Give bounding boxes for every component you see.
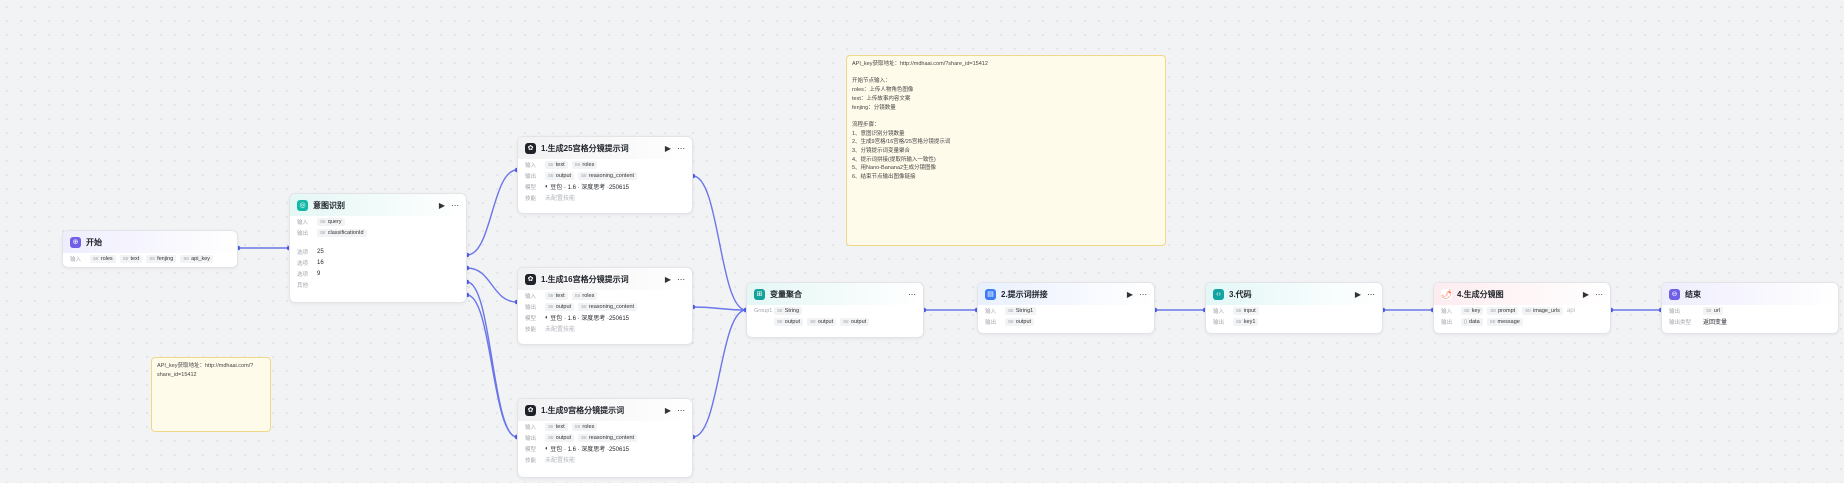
- note-line: 开始节点输入：: [852, 78, 891, 85]
- merge-node-title: 变量聚合: [770, 289, 802, 299]
- note-line: roles：上传人物角色图像: [852, 87, 914, 94]
- llm-node-title: 1.生成25宫格分镜提示词: [541, 143, 629, 153]
- intent-node-title: 意图识别: [313, 200, 345, 210]
- note-line: [852, 112, 1160, 121]
- code-icon: ‹›: [1213, 288, 1224, 300]
- note-line: API_key获取地址：http://mdhaai.com/?: [157, 363, 254, 369]
- intent-option-row: 选项 25: [297, 248, 324, 256]
- intent-icon: ◎: [297, 199, 308, 211]
- note-line: 2、生成9宫格/16宫格/25宫格分镜提示词: [852, 139, 951, 146]
- llm-node-title: 1.生成16宫格分镜提示词: [541, 274, 629, 284]
- end-node-title: 结束: [1685, 289, 1701, 299]
- intent-output-chip: Str classificationId: [317, 228, 367, 237]
- intent-option-row: 选项 9: [297, 270, 321, 278]
- more-icon[interactable]: ⋯: [1139, 290, 1147, 299]
- note-line: [852, 69, 1160, 78]
- prompt-icon: ▤: [985, 288, 996, 300]
- note-line: fenjing：分镜数量: [852, 104, 896, 111]
- llm-node[interactable]: ✿ 1.生成25宫格分镜提示词 ▶ ⋯ 输入 Str text Str roles …: [517, 136, 693, 214]
- more-icon[interactable]: ⋯: [1595, 290, 1603, 299]
- intent-option-row: 其他: [297, 282, 309, 289]
- start-input-chip: Str text: [119, 254, 143, 263]
- code-node-title: 3.代码: [1229, 289, 1252, 299]
- variable-merge-node[interactable]: ⊞ 变量聚合 ⋯ Group1 Str String Str output Str ou…: [746, 282, 924, 338]
- run-icon[interactable]: ▶: [439, 201, 445, 210]
- banana-icon: 🌶: [1440, 288, 1453, 300]
- note-small[interactable]: API_key获取地址：http://mdhaai.com/? share_id=…: [151, 357, 271, 432]
- note-line: 1、意图识别分镜数量: [852, 130, 905, 137]
- start-node[interactable]: ⊕ 开始 输入 Str roles Str text Str fenjing Str a…: [62, 230, 238, 268]
- intent-option-row: 选项 16: [297, 259, 324, 267]
- prompt-concat-node[interactable]: ▤ 2.提示词拼接 ▶ ⋯ 输入 Str String1 输出 Str output: [977, 282, 1155, 334]
- run-icon[interactable]: ▶: [665, 144, 671, 153]
- intent-input-chip: Str query: [317, 217, 345, 226]
- llm-node[interactable]: ✿ 1.生成9宫格分镜提示词 ▶ ⋯ 输入 Str text Str roles 输…: [517, 398, 693, 478]
- run-icon[interactable]: ▶: [665, 406, 671, 415]
- note-large[interactable]: API_key获取地址：http://mdhaai.com/?share_id=…: [846, 55, 1166, 246]
- end-icon: ⊖: [1669, 288, 1680, 300]
- llm-node-title: 1.生成9宫格分镜提示词: [541, 405, 625, 415]
- note-line: 3、分镜提示词变量聚合: [852, 148, 911, 155]
- image-generation-node[interactable]: 🌶 4.生成分镜图 ▶ ⋯ 输入 Str key Str prompt Str ima…: [1433, 282, 1611, 334]
- note-line: text：上传故事内容文案: [852, 95, 911, 102]
- note-line: 流程步骤：: [852, 121, 880, 128]
- image-node-title: 4.生成分镜图: [1457, 289, 1504, 299]
- run-icon[interactable]: ▶: [1583, 290, 1589, 299]
- note-line: 5、用Nano-Banana2生成分镜图像: [852, 165, 937, 172]
- note-line: 4、提示词拼接(提取所输入一致性): [852, 156, 936, 163]
- more-icon[interactable]: ⋯: [677, 406, 685, 415]
- code-node[interactable]: ‹› 3.代码 ▶ ⋯ 输入 Str input 输出 Str key1: [1205, 282, 1383, 334]
- merge-icon: ⊞: [754, 288, 765, 300]
- run-icon[interactable]: ▶: [1127, 290, 1133, 299]
- more-icon[interactable]: ⋯: [677, 144, 685, 153]
- run-icon[interactable]: ▶: [665, 275, 671, 284]
- note-line: 6、结束节点输出图像链接: [852, 174, 916, 181]
- llm-icon: ✿: [525, 142, 536, 154]
- start-node-header: ⊕ 开始: [63, 231, 237, 253]
- start-inputs-row: 输入 Str roles Str text Str fenjing Str api_ke…: [63, 253, 237, 264]
- llm-icon: ✿: [525, 273, 536, 285]
- more-icon[interactable]: ⋯: [677, 275, 685, 284]
- run-icon[interactable]: ▶: [1355, 290, 1361, 299]
- more-icon[interactable]: ⋯: [1367, 290, 1375, 299]
- start-input-chip: Str api_key: [180, 254, 214, 263]
- prompt-node-title: 2.提示词拼接: [1001, 289, 1048, 299]
- start-node-title: 开始: [86, 237, 102, 247]
- more-icon[interactable]: ⋯: [908, 290, 916, 299]
- llm-node[interactable]: ✿ 1.生成16宫格分镜提示词 ▶ ⋯ 输入 Str text Str roles …: [517, 267, 693, 345]
- end-node[interactable]: ⊖ 结束 输出 Str url 输出类型 返回变量: [1661, 282, 1839, 334]
- more-icon[interactable]: ⋯: [451, 201, 459, 210]
- intent-node[interactable]: ◎ 意图识别 ▶ ⋯ 输入 Str query 输出 Str classificatio…: [289, 193, 467, 303]
- llm-icon: ✿: [525, 404, 536, 416]
- start-icon: ⊕: [70, 236, 81, 248]
- note-line: share_id=15412: [157, 371, 197, 378]
- start-input-chip: Str fenjing: [146, 254, 177, 263]
- intent-node-header: ◎ 意图识别 ▶ ⋯: [290, 194, 466, 216]
- start-input-chip: Str roles: [90, 254, 116, 263]
- note-line: API_key获取地址：http://mdhaai.com/?share_id=…: [852, 61, 988, 67]
